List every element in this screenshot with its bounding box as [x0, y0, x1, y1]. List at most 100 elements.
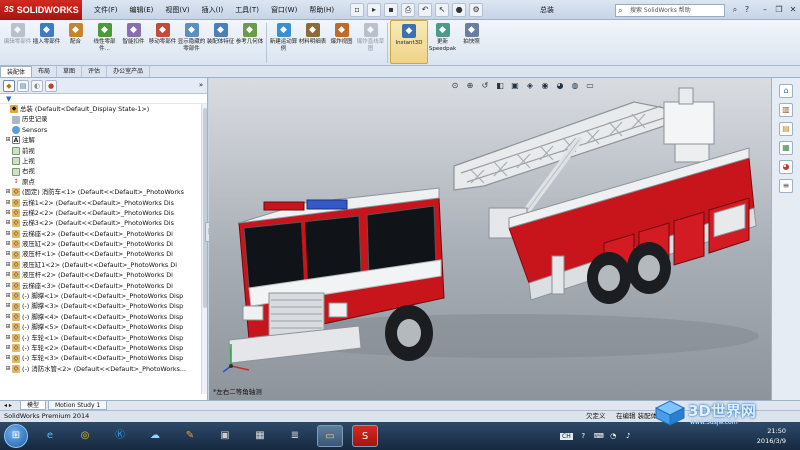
expand-toggle-icon[interactable]: ⊞	[4, 218, 12, 228]
ribbon-button-move-component[interactable]: ◆ 移动零部件	[148, 20, 177, 64]
design-library-icon[interactable]: ▥	[779, 103, 793, 117]
tree-item[interactable]: ⊞ ◇ (-) 车轮<3> (Default<<Default>_PhotoWork…	[0, 353, 207, 363]
search-go-icon[interactable]: ⌕	[730, 4, 740, 16]
menu-tools[interactable]: 工具(T)	[229, 0, 265, 20]
solidworks-taskbar-icon[interactable]: S	[352, 425, 378, 447]
view-palette-icon[interactable]: ▦	[779, 141, 793, 155]
tab-model[interactable]: 模型	[19, 401, 46, 410]
ribbon-button-mate[interactable]: ◆ 配合	[61, 20, 90, 64]
expand-toggle-icon[interactable]: ⊞	[4, 198, 12, 208]
ribbon-button-bom[interactable]: ◆ 材料明细表	[298, 20, 327, 64]
tab-motion-study[interactable]: Motion Study 1	[47, 401, 108, 410]
tree-item[interactable]: ⊞ ◇ 云梯3<2> (Default<<Default>_PhotoWorks D…	[0, 218, 207, 228]
menu-help[interactable]: 帮助(H)	[303, 0, 340, 20]
tab-scroll-arrows[interactable]: ◂ ▸	[4, 401, 12, 410]
tree-item[interactable]: ⊞ ◇ (-) 脚撑<1> (Default<<Default>_PhotoWork…	[0, 291, 207, 301]
ribbon-button-speedpak[interactable]: ◆ 更新Speedpak	[428, 20, 457, 64]
tab-assembly[interactable]: 装配体	[0, 66, 33, 77]
menu-view[interactable]: 视图(V)	[159, 0, 195, 20]
print-icon[interactable]: ⎙	[401, 2, 416, 17]
tree-item[interactable]: ⊞ ◇ (-) 消防水管<2> (Default<<Default>_PhotoWo…	[0, 364, 207, 374]
expand-toggle-icon[interactable]: ⊞	[4, 312, 12, 322]
rebuild-icon[interactable]: ●	[452, 2, 467, 17]
custom-properties-icon[interactable]: ≡	[779, 179, 793, 193]
menu-edit[interactable]: 编辑(E)	[124, 0, 160, 20]
language-indicator[interactable]: CH	[560, 432, 573, 440]
appearances-icon[interactable]: ◕	[779, 160, 793, 174]
expand-toggle-icon[interactable]: ⊞	[4, 281, 12, 291]
options-icon[interactable]: ⚙	[469, 2, 484, 17]
tree-item[interactable]: 上视	[0, 156, 207, 166]
help-icon[interactable]: ?	[742, 4, 752, 16]
tree-item[interactable]: 历史记录	[0, 114, 207, 124]
browser-icon[interactable]: ◎	[72, 425, 98, 447]
expand-toggle-icon[interactable]: ⊞	[4, 135, 12, 145]
expand-toggle-icon[interactable]: ⊞	[4, 301, 12, 311]
tree-item[interactable]: ⊞ ◇ 液压缸<2> (Default<<Default>_PhotoWorks D…	[0, 239, 207, 249]
fire-truck-model[interactable]	[209, 78, 771, 400]
undo-icon[interactable]: ↶	[418, 2, 433, 17]
open-icon[interactable]: ▸	[367, 2, 382, 17]
notepad-icon[interactable]: ≣	[282, 425, 308, 447]
save-icon[interactable]: ▪	[384, 2, 399, 17]
close-icon[interactable]: ✕	[786, 3, 800, 17]
tree-scrollbar[interactable]	[201, 104, 207, 394]
recorder-icon[interactable]: ▣	[212, 425, 238, 447]
file-explorer-icon[interactable]: ▤	[779, 122, 793, 136]
tab-layout[interactable]: 布局	[32, 66, 58, 77]
tree-item[interactable]: ↕ 原点	[0, 177, 207, 187]
explorer-icon[interactable]: ▭	[317, 425, 343, 447]
ribbon-button-smart-fastener[interactable]: ◆ 智能扣件	[119, 20, 148, 64]
expand-panel-icon[interactable]: »	[195, 80, 207, 92]
tree-item[interactable]: 前视	[0, 146, 207, 156]
tree-item[interactable]: ⊞ ◇ 云梯座<3> (Default<<Default>_PhotoWorks D…	[0, 281, 207, 291]
expand-toggle-icon[interactable]: ⊞	[4, 270, 12, 280]
menu-insert[interactable]: 插入(I)	[196, 0, 230, 20]
expand-toggle-icon[interactable]: ⊞	[4, 353, 12, 363]
tree-item[interactable]: 右视	[0, 166, 207, 176]
graphics-area[interactable]: ⊙ ⊕ ↺ ◧ ▣ ◈ ◉ ◕ ◍ ▭ *左右二等角轴测	[209, 78, 771, 400]
tree-item[interactable]: ⊞ ◇ 云梯1<2> (Default<<Default>_PhotoWorks D…	[0, 198, 207, 208]
search-input[interactable]: ⌕ 搜索 SolidWorks 帮助	[615, 4, 725, 17]
ribbon-button-assembly-feature[interactable]: ◆ 装配体特征	[206, 20, 235, 64]
help-tray-icon[interactable]: ?	[579, 432, 588, 441]
tab-evaluate[interactable]: 评估	[82, 66, 108, 77]
tree-scrollbar-thumb[interactable]	[203, 108, 207, 308]
ribbon-button-reference-geometry[interactable]: ◆ 参考几何体	[235, 20, 264, 64]
expand-toggle-icon[interactable]: ⊞	[4, 208, 12, 218]
tree-item[interactable]: ⊞ ◇ (-) 脚撑<3> (Default<<Default>_PhotoWork…	[0, 301, 207, 311]
tree-item[interactable]: ⊞ ◇ (固定) 消防车<1> (Default<<Default>_PhotoWo…	[0, 187, 207, 197]
display-manager-tab-icon[interactable]: ●	[45, 79, 57, 92]
solidworks-logo[interactable]: 3S SOLIDWORKS	[0, 0, 82, 20]
tree-filter[interactable]: ▼	[0, 94, 207, 104]
tree-item[interactable]: Sensors	[0, 125, 207, 135]
tree-item[interactable]: ⊞ ◇ 液压杆<2> (Default<<Default>_PhotoWorks D…	[0, 270, 207, 280]
baidu-cloud-icon[interactable]: ☁	[142, 425, 168, 447]
start-button[interactable]: ⊞	[4, 424, 28, 448]
expand-toggle-icon[interactable]: ⊞	[4, 229, 12, 239]
expand-toggle-icon[interactable]: ⊞	[4, 249, 12, 259]
expand-toggle-icon[interactable]: ⊞	[4, 364, 12, 374]
ribbon-button-show-hidden[interactable]: ◆ 显示隐藏的零部件	[177, 20, 206, 64]
wifi-tray-icon[interactable]: ◔	[609, 432, 618, 441]
expand-toggle-icon[interactable]: ⊞	[4, 291, 12, 301]
configuration-manager-tab-icon[interactable]: ◐	[31, 79, 43, 92]
tree-item[interactable]: ⊞ ◇ (-) 车轮<1> (Default<<Default>_PhotoWork…	[0, 333, 207, 343]
tree-root-assembly[interactable]: ◆ 总装 (Default<Default_Display State-1>)	[0, 104, 207, 114]
ribbon-button-edit-component[interactable]: ◆ 编辑零部件	[3, 20, 32, 64]
kugou-icon[interactable]: Ⓚ	[107, 425, 133, 447]
tab-sketch[interactable]: 草图	[57, 66, 83, 77]
ribbon-button-linear-pattern[interactable]: ◆ 线性零部件...	[90, 20, 119, 64]
tree-item[interactable]: ⊞ ◇ 云梯座<2> (Default<<Default>_PhotoWorks D…	[0, 229, 207, 239]
expand-toggle-icon[interactable]: ⊞	[4, 239, 12, 249]
tree-item[interactable]: ⊞ A 注解	[0, 135, 207, 145]
select-icon[interactable]: ↖	[435, 2, 450, 17]
ribbon-button-insert-component[interactable]: ◆ 插入零部件	[32, 20, 61, 64]
tree-item[interactable]: ⊞ ◇ 液压杆<1> (Default<<Default>_PhotoWorks D…	[0, 249, 207, 259]
paint-icon[interactable]: ✎	[177, 425, 203, 447]
tree-item[interactable]: ⊞ ◇ (-) 脚撑<4> (Default<<Default>_PhotoWork…	[0, 312, 207, 322]
ribbon-button-snapshot[interactable]: ◆ 拍快照	[457, 20, 486, 64]
keyboard-tray-icon[interactable]: ⌨	[594, 432, 604, 441]
volume-tray-icon[interactable]: ♪	[624, 432, 633, 441]
menu-file[interactable]: 文件(F)	[88, 0, 124, 20]
